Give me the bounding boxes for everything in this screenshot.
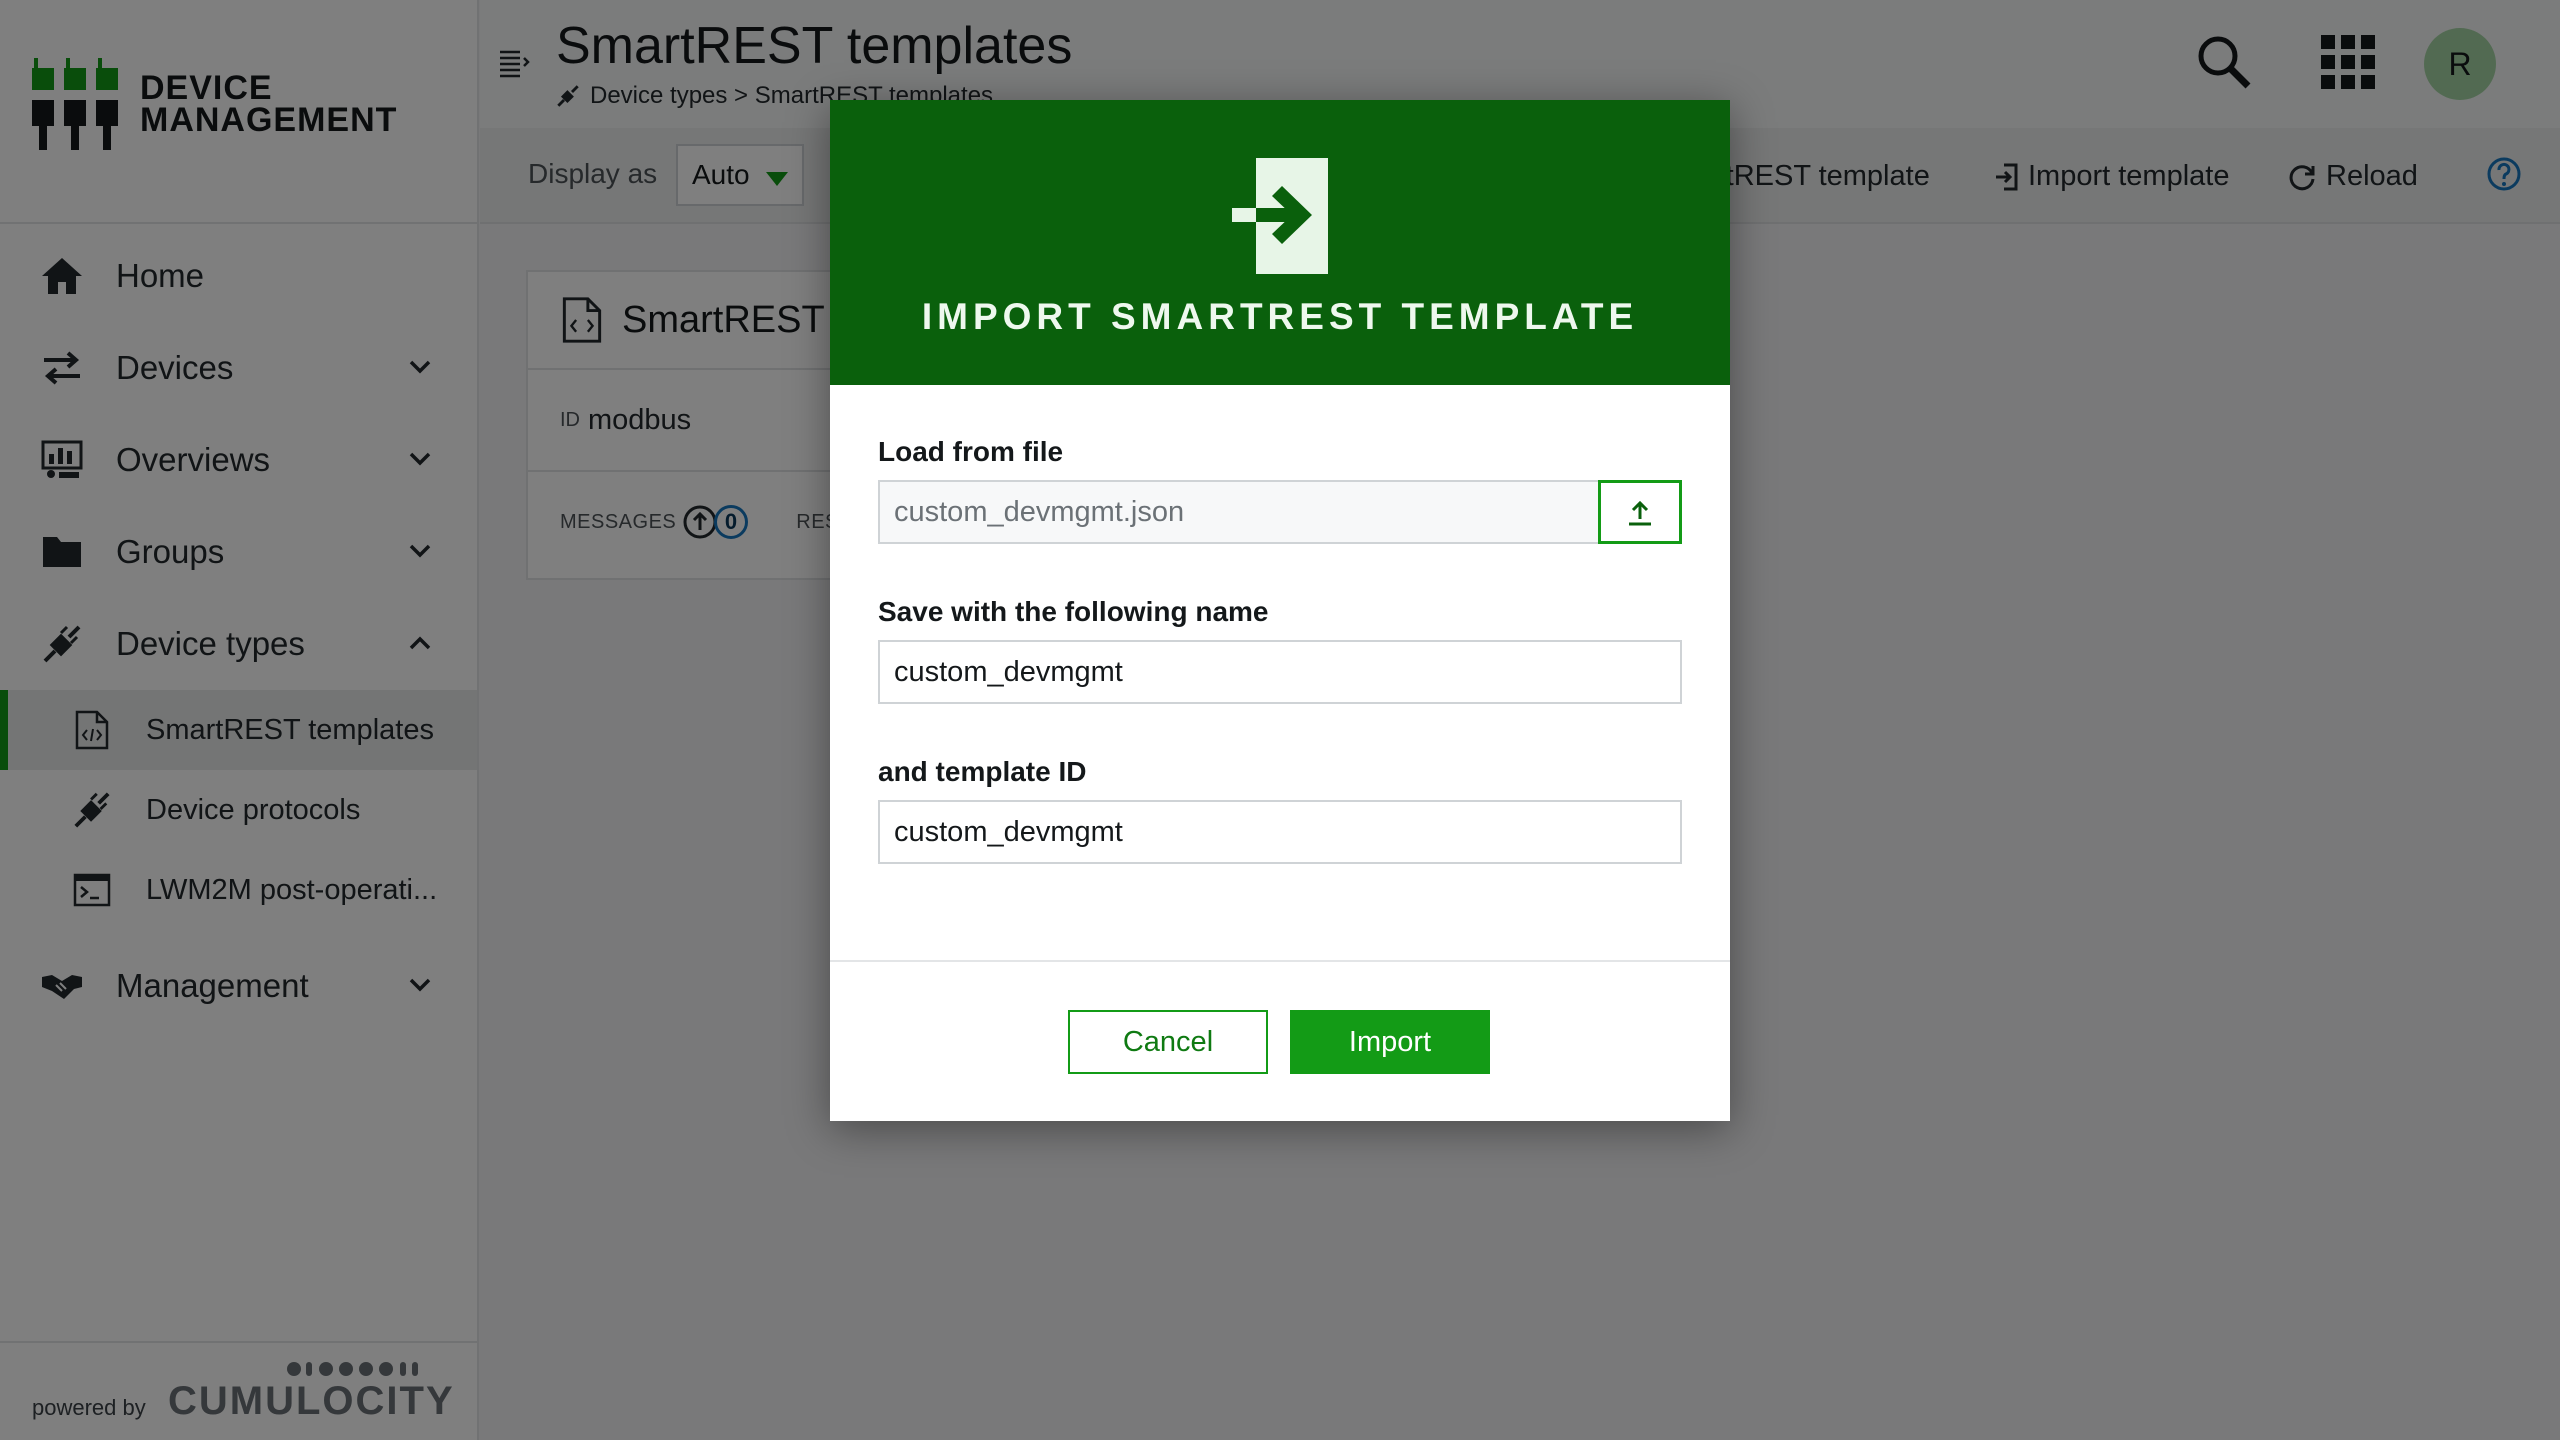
template-id-input[interactable] [878, 800, 1682, 864]
dialog-header: IMPORT SMARTREST TEMPLATE [830, 100, 1730, 385]
template-name-input[interactable] [878, 640, 1682, 704]
save-name-label: Save with the following name [878, 596, 1269, 627]
cancel-button[interactable]: Cancel [1068, 1010, 1268, 1074]
upload-file-button[interactable] [1598, 480, 1682, 544]
template-id-label: and template ID [878, 756, 1087, 787]
upload-icon [1629, 500, 1651, 526]
file-name-input[interactable] [878, 480, 1602, 544]
import-template-dialog: IMPORT SMARTREST TEMPLATE Load from file… [830, 100, 1730, 1121]
dialog-footer: Cancel Import [830, 960, 1730, 1121]
dialog-title: IMPORT SMARTREST TEMPLATE [921, 296, 1639, 337]
import-icon [1232, 158, 1328, 274]
load-from-file-label: Load from file [878, 436, 1064, 467]
import-button[interactable]: Import [1290, 1010, 1490, 1074]
